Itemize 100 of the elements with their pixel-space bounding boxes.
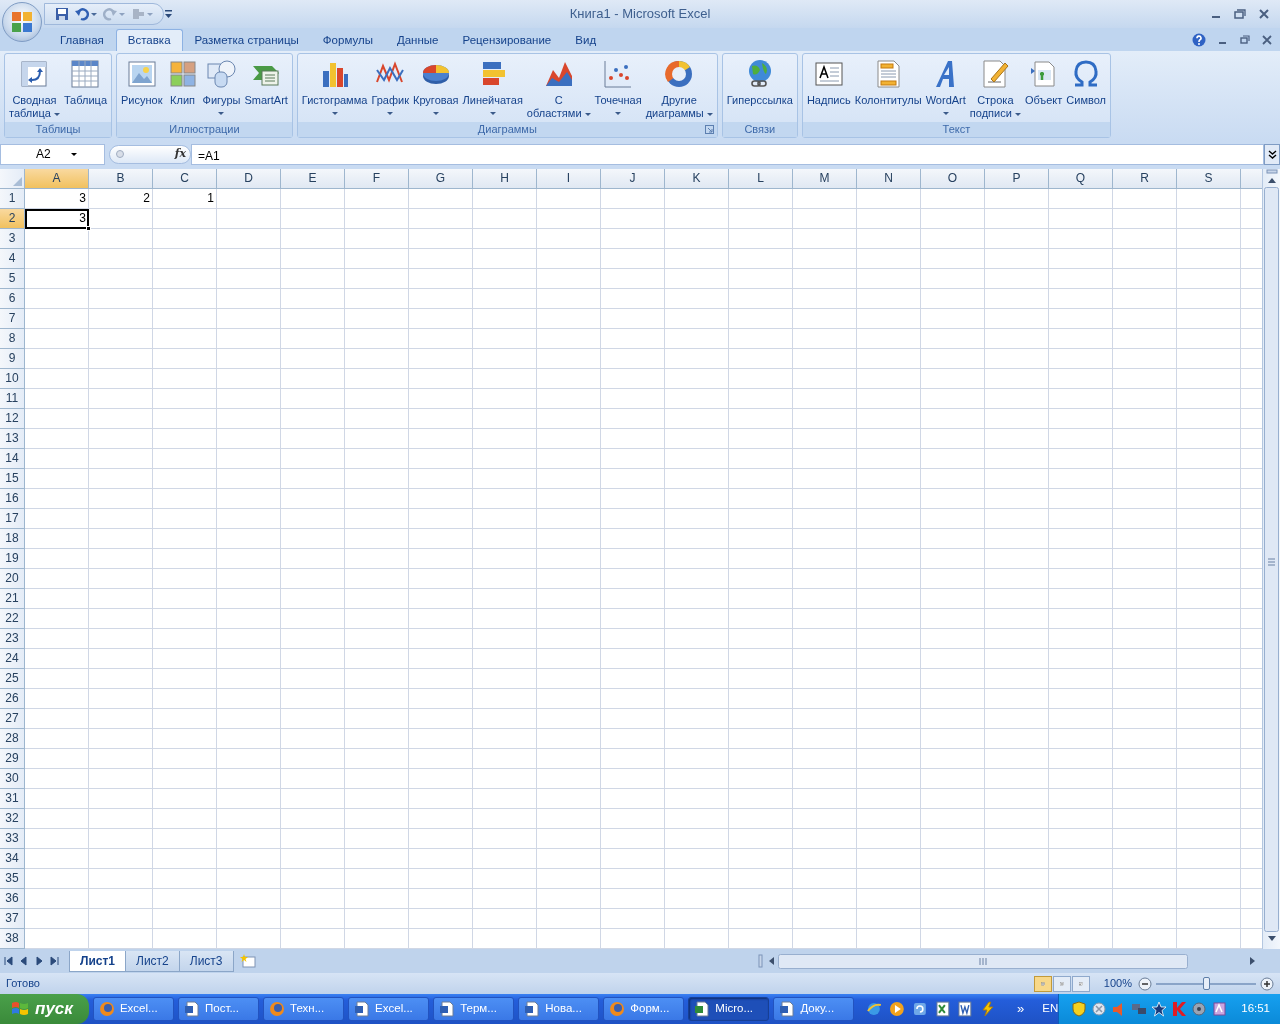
row-header[interactable]: 37	[0, 909, 25, 929]
column-header[interactable]: E	[281, 169, 345, 189]
column-header[interactable]: F	[345, 169, 409, 189]
ribbon-button[interactable]: Надпись	[804, 56, 853, 122]
column-header[interactable]: K	[665, 169, 729, 189]
row-header[interactable]: 14	[0, 449, 25, 469]
row-header[interactable]: 8	[0, 329, 25, 349]
column-header[interactable]: C	[153, 169, 217, 189]
row-header[interactable]: 4	[0, 249, 25, 269]
ribbon-button[interactable]: С областями	[524, 56, 593, 122]
row-header[interactable]: 22	[0, 609, 25, 629]
lightning-icon[interactable]	[980, 1001, 996, 1017]
refresh-icon[interactable]	[911, 1001, 928, 1017]
ribbon-button[interactable]: Фигуры	[200, 56, 243, 122]
column-header[interactable]: Q	[1049, 169, 1113, 189]
row-header[interactable]: 27	[0, 709, 25, 729]
row-header[interactable]: 21	[0, 589, 25, 609]
ribbon-tab[interactable]: Главная	[48, 29, 116, 51]
disc-icon[interactable]	[1191, 1001, 1208, 1017]
ribbon-button[interactable]: График	[369, 56, 411, 122]
row-header[interactable]: 32	[0, 809, 25, 829]
ribbon-button[interactable]: Рисунок	[119, 56, 165, 122]
row-header[interactable]: 1	[0, 189, 25, 209]
overflow-chevron[interactable]: »	[1017, 999, 1025, 1019]
previous-sheet-icon[interactable]	[18, 955, 30, 967]
split-handle-icon[interactable]	[758, 954, 764, 968]
column-header[interactable]: O	[921, 169, 985, 189]
row-header[interactable]: 34	[0, 849, 25, 869]
column-header[interactable]: B	[89, 169, 153, 189]
row-header[interactable]: 19	[0, 549, 25, 569]
row-header[interactable]: 20	[0, 569, 25, 589]
ribbon-button[interactable]: Колонтитулы	[852, 56, 924, 122]
taskbar-button[interactable]: Техн...	[263, 997, 345, 1021]
taskbar-button[interactable]: Нова...	[518, 997, 600, 1021]
row-header[interactable]: 12	[0, 409, 25, 429]
row-header[interactable]: 5	[0, 269, 25, 289]
ribbon-button[interactable]: Таблица	[61, 56, 110, 122]
shield-icon[interactable]	[1071, 1001, 1088, 1017]
ribbon-tab[interactable]: Вставка	[115, 29, 183, 51]
customize-menu-icon[interactable]	[164, 8, 174, 20]
ribbon-button[interactable]: Круговая	[410, 56, 461, 122]
taskbar-button[interactable]: Excel...	[92, 997, 174, 1021]
sheet-tab[interactable]: Лист1	[69, 950, 127, 972]
save-icon[interactable]	[55, 7, 69, 21]
row-header[interactable]: 24	[0, 649, 25, 669]
play-icon[interactable]	[889, 1001, 905, 1017]
last-sheet-icon[interactable]	[48, 955, 60, 967]
taskbar-button[interactable]: Доку...	[773, 997, 855, 1021]
ribbon-button[interactable]: SmartArt	[242, 56, 290, 122]
column-header[interactable]: R	[1113, 169, 1177, 189]
formula-field[interactable]: =A1	[191, 143, 1264, 165]
ribbon-button[interactable]: Гиперссылка	[724, 56, 795, 122]
row-header[interactable]: 3	[0, 229, 25, 249]
row-header[interactable]: 26	[0, 689, 25, 709]
row-header[interactable]: 2	[0, 209, 25, 229]
ribbon-button[interactable]: WordArt	[923, 56, 968, 122]
next-sheet-icon[interactable]	[33, 955, 45, 967]
scrollbar-thumb[interactable]	[778, 953, 1188, 969]
scrollbar-thumb[interactable]	[1264, 187, 1279, 932]
taskbar-button[interactable]: Форм...	[603, 997, 685, 1021]
row-header[interactable]: 23	[0, 629, 25, 649]
row-header[interactable]: 28	[0, 729, 25, 749]
start-button[interactable]: пуск	[0, 994, 89, 1024]
ribbon-tab[interactable]: Разметка страницы	[182, 29, 311, 51]
row-header[interactable]: 35	[0, 869, 25, 889]
row-header[interactable]: 11	[0, 389, 25, 409]
ribbon-button[interactable]: Другие диаграммы	[643, 56, 715, 122]
zoom-out-icon[interactable]	[1138, 976, 1152, 991]
column-header[interactable]: J	[601, 169, 665, 189]
row-header[interactable]: 29	[0, 749, 25, 769]
restore-icon[interactable]	[1240, 34, 1250, 45]
taskbar-button[interactable]: Micro...	[688, 997, 770, 1021]
column-header[interactable]: A	[25, 169, 89, 189]
row-header[interactable]: 38	[0, 929, 25, 949]
column-header[interactable]: I	[537, 169, 601, 189]
spreadsheet-icon[interactable]	[934, 1001, 951, 1017]
column-header[interactable]: D	[217, 169, 281, 189]
close-icon[interactable]	[1258, 8, 1270, 20]
office-button[interactable]	[2, 2, 42, 42]
ribbon-button[interactable]: Объект	[1022, 56, 1065, 122]
row-header[interactable]: 36	[0, 889, 25, 909]
undo-icon[interactable]	[75, 7, 97, 21]
ribbon-tab[interactable]: Рецензирование	[450, 29, 564, 51]
sheet-tab[interactable]: Лист2	[125, 950, 180, 972]
row-header[interactable]: 30	[0, 769, 25, 789]
ribbon-tab[interactable]: Вид	[563, 29, 609, 51]
ribbon-button[interactable]: Сводная таблица	[7, 56, 62, 122]
ribbon-button[interactable]: Линейчатая	[460, 56, 525, 122]
zoom-slider[interactable]	[1156, 976, 1256, 991]
first-sheet-icon[interactable]	[3, 955, 15, 967]
column-header[interactable]: L	[729, 169, 793, 189]
row-header[interactable]: 17	[0, 509, 25, 529]
help-icon[interactable]	[1192, 32, 1206, 47]
restore-icon[interactable]	[1234, 8, 1246, 20]
column-header[interactable]: G	[409, 169, 473, 189]
row-header[interactable]: 18	[0, 529, 25, 549]
column-header[interactable]: S	[1177, 169, 1241, 189]
vertical-scrollbar[interactable]	[1262, 169, 1280, 949]
sheet-tab[interactable]: Лист3	[178, 950, 234, 972]
globe-icon[interactable]	[866, 1001, 883, 1017]
